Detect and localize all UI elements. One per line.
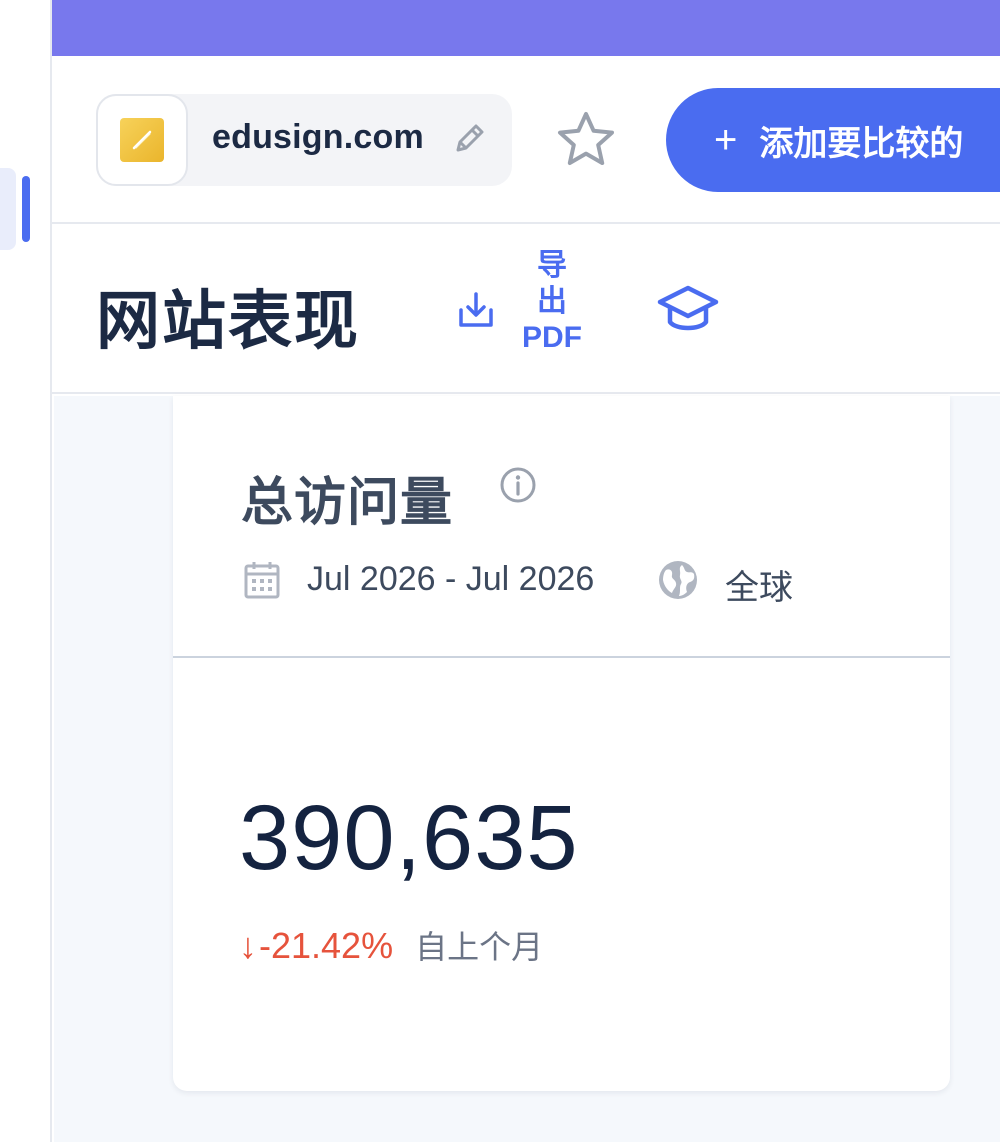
arrow-down-icon: ↓ [239,925,257,966]
calendar-icon [244,562,280,599]
top-bar [52,0,1000,56]
add-compare-button[interactable]: + 添加要比较的 [666,88,1000,192]
domain-chip[interactable]: edusign.com [96,94,512,186]
add-compare-label: 添加要比较的 [759,124,964,163]
date-range: Jul 2026 - Jul 2026 [307,560,595,598]
edit-icon[interactable] [448,116,492,160]
info-icon[interactable] [499,466,537,504]
card-title: 总访问量 [241,474,454,532]
export-label-line3: PDF [522,321,582,354]
delta-row: ↓ -21.42% 自上个月 [239,922,543,968]
region: 全球 [725,569,793,607]
globe-icon [659,561,697,599]
export-label-line1: 导 [537,249,567,282]
title-row: 网站表现 导 出 PDF [52,226,1000,394]
export-icon[interactable] [456,290,496,330]
export-label-line2: 出 [537,285,567,318]
header-row: edusign.com + 添加要比较的 [52,56,1000,224]
favicon-box [96,94,188,186]
site-favicon-icon [120,118,164,162]
sidebar-active-indicator [22,176,30,242]
total-visits-value: 390,635 [239,787,579,889]
delta-caption: 自上个月 [415,929,544,965]
star-icon[interactable] [554,108,618,172]
card-header: 总访问量 Jul 2026 - Jul 2026 全球 [173,396,950,658]
page-title: 网站表现 [96,285,360,357]
page: edusign.com + 添加要比较的 网站表现 导 出 PDF 总访问量 J… [0,0,1000,1142]
total-visits-card: 总访问量 Jul 2026 - Jul 2026 全球 390,635 ↓ -2… [173,396,950,1091]
plus-icon: + [714,117,738,162]
domain-name: edusign.com [212,118,424,156]
sidebar [0,0,52,1142]
academy-icon[interactable] [656,282,720,338]
delta-value: -21.42% [259,925,394,966]
sidebar-active-item[interactable] [0,168,16,250]
export-pdf-button[interactable]: 导 出 PDF [506,248,598,356]
